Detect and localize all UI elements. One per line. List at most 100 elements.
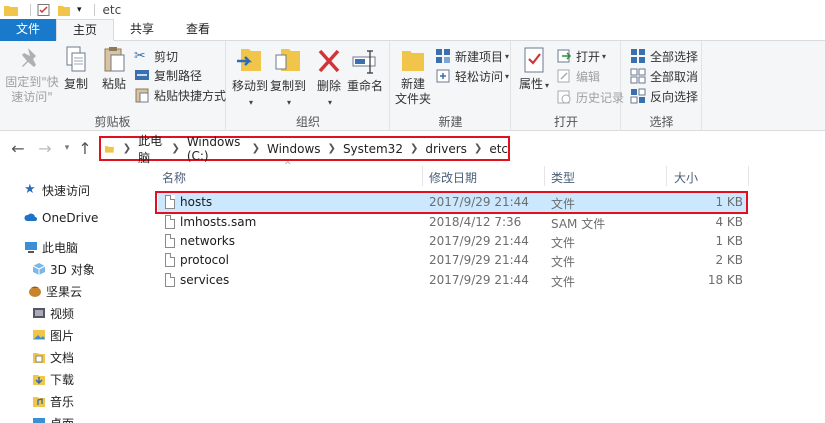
breadcrumb-drive-c[interactable]: Windows (C:) <box>187 135 245 163</box>
properties-button[interactable]: 属性 ▾ <box>518 45 550 93</box>
history-button[interactable]: 历史记录 <box>556 87 624 107</box>
edit-button[interactable]: 编辑 <box>556 66 600 86</box>
open-button[interactable]: 打开 ▾ <box>556 46 606 66</box>
tab-share[interactable]: 共享 <box>114 19 170 41</box>
delete-x-icon <box>318 49 340 73</box>
nav-item-onedrive[interactable]: OneDrive <box>24 208 98 228</box>
file-icon <box>165 234 175 248</box>
up-arrow-icon[interactable]: ↑ <box>76 139 94 158</box>
tab-home[interactable]: 主页 <box>56 19 115 41</box>
nav-item-quick-access[interactable]: ★ 快速访问 <box>24 180 90 200</box>
clipboard-group: 固定到"快 速访问" 复制 粘贴 ✂ 剪切 复制路径 粘贴快捷方式 剪贴板 <box>0 41 226 131</box>
chevron-right-icon[interactable]: ❯ <box>410 143 418 154</box>
organize-group: 移动到▾ 复制到▾ 删除▾ 重命名 组织 <box>227 41 390 131</box>
chevron-right-icon[interactable]: ❯ <box>328 143 336 154</box>
chevron-right-icon[interactable]: ❯ <box>252 143 260 154</box>
tab-view[interactable]: 查看 <box>170 19 226 41</box>
rename-button[interactable]: 重命名 <box>345 45 385 94</box>
navigation-pane: ★ 快速访问 OneDrive 此电脑 3D 对象 坚果云 视频 图片 文档 下… <box>0 164 150 423</box>
nav-item-music[interactable]: 音乐 <box>32 391 74 411</box>
properties-checkbox-icon[interactable] <box>37 3 51 16</box>
nav-item-this-pc[interactable]: 此电脑 <box>24 237 78 257</box>
tab-file[interactable]: 文件 <box>0 19 57 41</box>
column-divider[interactable] <box>666 166 667 186</box>
column-header-date[interactable]: 修改日期 <box>429 169 477 186</box>
clipboard-group-label: 剪贴板 <box>94 115 131 129</box>
select-group: 全部选择 全部取消 反向选择 选择 <box>622 41 702 131</box>
move-to-button[interactable]: 移动到▾ <box>231 45 269 110</box>
document-icon <box>33 353 45 363</box>
copy-to-button[interactable]: 复制到▾ <box>269 45 307 110</box>
nav-item-desktop[interactable]: 桌面 <box>32 413 74 423</box>
highlight-box <box>155 191 748 214</box>
column-header-name[interactable]: 名称 <box>162 169 186 186</box>
file-row-networks[interactable]: networks 2017/9/29 21:44 文件 1 KB <box>158 232 746 251</box>
history-icon <box>557 90 571 104</box>
easy-access-button[interactable]: 轻松访问 ▾ <box>435 66 509 86</box>
nav-item-videos[interactable]: 视频 <box>32 303 74 323</box>
column-header-type[interactable]: 类型 <box>551 169 575 186</box>
column-divider[interactable] <box>422 166 423 186</box>
new-item-button[interactable]: 新建项目 ▾ <box>435 46 509 66</box>
paste-shortcut-button[interactable]: 粘贴快捷方式 <box>134 85 226 105</box>
breadcrumb-windows[interactable]: Windows <box>267 142 321 156</box>
nav-item-downloads[interactable]: 下载 <box>32 369 74 389</box>
open-group-label: 打开 <box>553 115 578 129</box>
organize-group-label: 组织 <box>295 115 320 129</box>
new-folder-button[interactable]: 新建 文件夹 <box>395 45 431 107</box>
file-row-services[interactable]: services 2017/9/29 21:44 文件 18 KB <box>158 271 746 290</box>
new-group-label: 新建 <box>438 115 463 129</box>
paste-button[interactable]: 粘贴 <box>96 45 132 92</box>
column-divider[interactable] <box>544 166 545 186</box>
column-divider[interactable] <box>748 166 749 186</box>
scissors-icon: ✂ <box>134 48 146 64</box>
move-to-icon <box>237 49 261 71</box>
music-icon <box>33 397 45 407</box>
file-row-protocol[interactable]: protocol 2017/9/29 21:44 文件 2 KB <box>158 251 746 270</box>
pin-quick-access-button[interactable]: 固定到"快 速访问" <box>4 45 60 105</box>
invert-selection-button[interactable]: 反向选择 <box>630 86 698 106</box>
file-row-lmhosts[interactable]: lmhosts.sam 2018/4/12 7:36 SAM 文件 4 KB <box>158 213 746 232</box>
address-bar[interactable]: ❯ 此电脑 ❯ Windows (C:) ❯ Windows ❯ System3… <box>99 134 510 165</box>
select-all-icon <box>631 49 645 63</box>
copy-path-button[interactable]: 复制路径 <box>134 65 202 85</box>
select-all-button[interactable]: 全部选择 <box>630 46 698 66</box>
nav-item-pictures[interactable]: 图片 <box>32 325 74 345</box>
computer-icon <box>25 242 37 253</box>
file-icon <box>165 273 175 287</box>
nut-icon <box>29 286 41 297</box>
cut-button[interactable]: ✂ 剪切 <box>134 46 178 66</box>
copy-path-icon <box>135 70 149 80</box>
navigation-bar: ← → ▾ ↑ ❯ 此电脑 ❯ Windows (C:) ❯ Windows ❯… <box>0 132 825 165</box>
clipboard-icon <box>104 47 125 72</box>
divider <box>93 3 95 16</box>
chevron-right-icon[interactable]: ❯ <box>474 143 482 154</box>
desktop-icon <box>33 418 45 423</box>
ribbon-tabs: 文件 主页 共享 查看 <box>0 19 825 41</box>
new-folder-quick-icon[interactable] <box>57 4 71 16</box>
forward-arrow-icon[interactable]: → <box>36 139 54 158</box>
recent-locations-chevron-icon[interactable]: ▾ <box>58 143 76 153</box>
file-list-header: ^ 名称 修改日期 类型 大小 <box>156 161 756 188</box>
breadcrumb-drivers[interactable]: drivers <box>425 142 467 156</box>
chevron-right-icon[interactable]: ❯ <box>171 143 179 154</box>
breadcrumb-system32[interactable]: System32 <box>343 142 403 156</box>
quick-access-dropdown-icon[interactable]: ▾ <box>77 5 82 15</box>
folder-icon <box>105 145 114 153</box>
new-item-icon <box>436 49 450 63</box>
copy-button[interactable]: 复制 <box>60 45 92 92</box>
breadcrumb-this-pc[interactable]: 此电脑 <box>138 132 164 166</box>
delete-button[interactable]: 删除▾ <box>315 45 343 110</box>
invert-selection-icon <box>630 88 646 104</box>
new-group: 新建 文件夹 新建项目 ▾ 轻松访问 ▾ 新建 <box>391 41 511 131</box>
back-arrow-icon[interactable]: ← <box>9 139 27 158</box>
nav-item-jianguoyun[interactable]: 坚果云 <box>28 281 82 301</box>
nav-item-3d-objects[interactable]: 3D 对象 <box>32 259 95 279</box>
edit-icon <box>557 69 570 83</box>
select-none-button[interactable]: 全部取消 <box>630 66 698 86</box>
video-icon <box>33 308 45 318</box>
nav-item-documents[interactable]: 文档 <box>32 347 74 367</box>
column-header-size[interactable]: 大小 <box>674 169 698 186</box>
breadcrumb-etc[interactable]: etc <box>489 142 508 156</box>
cloud-icon <box>24 213 37 221</box>
